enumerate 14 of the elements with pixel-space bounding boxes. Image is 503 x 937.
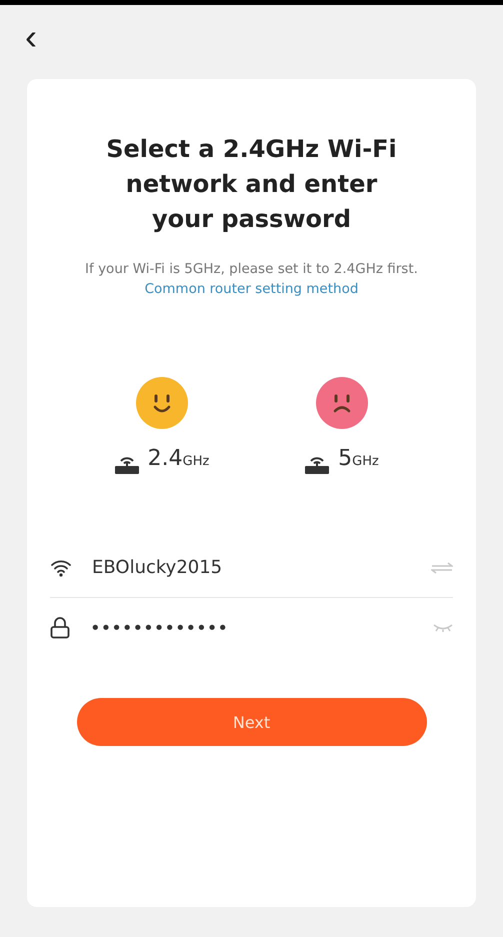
closed-eye-icon[interactable] (433, 623, 453, 633)
router-setting-link[interactable]: Common router setting method (144, 281, 358, 297)
hint-text: If your Wi-Fi is 5GHz, please set it to 2.4GHz first. Common router setting method (84, 260, 419, 299)
password-field[interactable]: ••••••••••••• (90, 598, 433, 658)
switch-arrows-icon[interactable] (431, 562, 453, 574)
smile-face-icon (136, 377, 188, 429)
wifi-icon (50, 558, 72, 576)
band-label: 5GHz (338, 447, 379, 473)
network-field[interactable]: EBOlucky2015 (92, 538, 431, 597)
band-label: 2.4GHz (148, 447, 210, 473)
lock-icon (50, 617, 70, 639)
sad-face-icon (316, 377, 368, 429)
back-button[interactable]: ‹ (21, 17, 41, 57)
page-title: Select a 2.4GHz Wi-Fi network and enter your password (105, 134, 398, 235)
